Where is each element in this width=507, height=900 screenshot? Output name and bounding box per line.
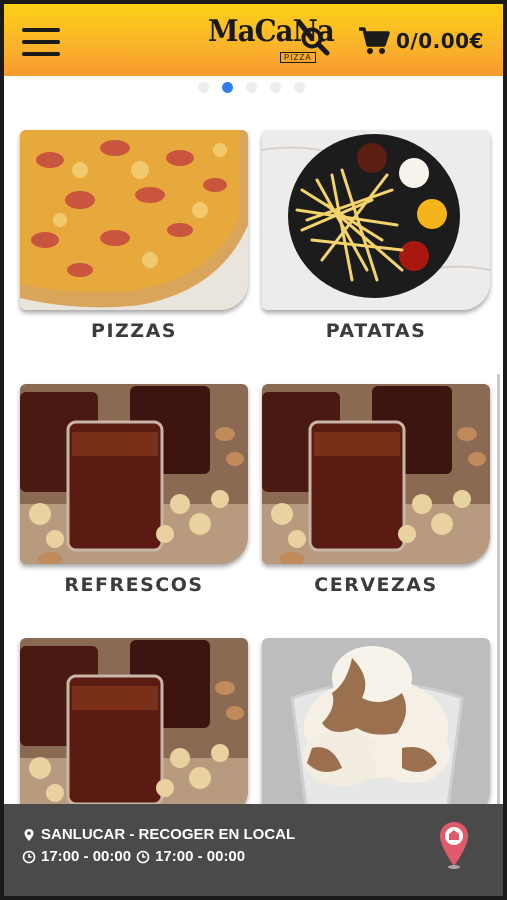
category-label: REFRESCOS [64,574,204,596]
category-label: PIZZAS [91,320,177,342]
carousel-dot-active[interactable] [222,82,233,93]
app-header: MaCaNa PIZZA 0/0.00€ [4,4,503,76]
carousel-dot[interactable] [270,82,281,93]
hamburger-icon[interactable] [22,28,60,56]
page-scrollbar[interactable] [497,374,500,844]
category-label: PATATAS [325,320,427,342]
search-icon[interactable] [300,26,330,56]
cart-button[interactable]: 0/0.00€ [358,24,484,58]
category-label: CERVEZAS [314,574,438,596]
location-row: SANLUCAR - RECOGER EN LOCAL [22,826,295,843]
cart-summary: 0/0.00€ [396,29,484,53]
soda-image [20,384,248,564]
carousel-dot[interactable] [246,82,257,93]
category-card-patatas[interactable]: PATATAS [262,130,490,342]
hours-row: 17:00 - 00:00 17:00 - 00:00 [22,848,245,865]
ice-cream-image [262,638,490,818]
clock-icon [136,850,150,863]
pizza-image [20,130,248,310]
store-location-pin-icon[interactable] [438,820,470,870]
location-text: SANLUCAR - RECOGER EN LOCAL [41,826,296,843]
beer-image [262,384,490,564]
carousel-dot[interactable] [294,82,305,93]
hours-text-2: 17:00 - 00:00 [155,848,246,865]
map-pin-icon [24,828,34,841]
hours-text-1: 17:00 - 00:00 [41,848,132,865]
carousel-dot[interactable] [198,82,209,93]
clock-icon [22,850,36,863]
category-card-dessert[interactable] [262,638,490,828]
store-info-footer: SANLUCAR - RECOGER EN LOCAL 17:00 - 00:0… [4,804,503,896]
fries-image [262,130,490,310]
carousel-dots [198,82,305,93]
category-card-drinks[interactable] [20,638,248,828]
app-screen: MaCaNa PIZZA 0/0.00€ PIZZAS PATATAS REFR… [4,4,503,896]
category-card-pizzas[interactable]: PIZZAS [20,130,248,342]
cart-icon [359,27,390,54]
drink-image [20,638,248,818]
category-card-refrescos[interactable]: REFRESCOS [20,384,248,596]
category-card-cervezas[interactable]: CERVEZAS [262,384,490,596]
